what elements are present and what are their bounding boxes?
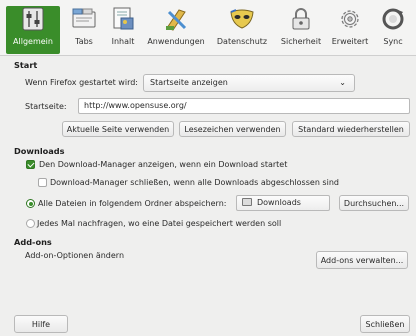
startup-label: Wenn Firefox gestartet wird: bbox=[25, 78, 138, 87]
save-to-folder-radio[interactable] bbox=[26, 199, 35, 208]
close-download-manager-checkbox[interactable] bbox=[38, 178, 47, 187]
use-current-page-button[interactable]: Aktuelle Seite verwenden bbox=[62, 121, 174, 137]
show-download-manager-checkbox[interactable] bbox=[26, 160, 35, 169]
sync-icon bbox=[380, 6, 406, 32]
homepage-input[interactable]: http://www.opensuse.org/ bbox=[78, 98, 410, 114]
tabs-icon bbox=[71, 6, 97, 32]
section-addons-title: Add-ons bbox=[14, 237, 52, 247]
lock-icon bbox=[288, 6, 314, 32]
download-folder-field[interactable]: Downloads bbox=[236, 195, 330, 211]
show-download-manager-label: Den Download-Manager anzeigen, wenn ein … bbox=[39, 160, 288, 169]
restore-default-button[interactable]: Standard wiederherstellen bbox=[292, 121, 410, 137]
tab-anwendungen[interactable]: Anwendungen bbox=[145, 6, 207, 54]
manage-addons-button[interactable]: Add-ons verwalten... bbox=[316, 251, 408, 269]
homepage-label: Startseite: bbox=[25, 102, 67, 111]
addons-description: Add-on-Optionen ändern bbox=[25, 251, 125, 260]
content-icon bbox=[110, 6, 136, 32]
tab-label: Allgemein bbox=[13, 37, 53, 46]
always-ask-label: Jedes Mal nachfragen, wo eine Datei gesp… bbox=[37, 219, 282, 228]
chevron-down-icon: ⌄ bbox=[339, 78, 346, 87]
help-button[interactable]: Hilfe bbox=[14, 315, 68, 333]
tab-erweitert[interactable]: Erweitert bbox=[330, 6, 370, 54]
use-bookmark-button[interactable]: Lesezeichen verwenden bbox=[179, 121, 286, 137]
tab-tabs[interactable]: Tabs bbox=[68, 6, 100, 54]
tab-label: Sync bbox=[383, 37, 403, 46]
switches-icon bbox=[20, 6, 46, 32]
download-folder-value: Downloads bbox=[257, 198, 301, 207]
tab-inhalt[interactable]: Inhalt bbox=[106, 6, 140, 54]
close-button[interactable]: Schließen bbox=[360, 315, 410, 333]
section-downloads-title: Downloads bbox=[14, 146, 65, 156]
tab-label: Inhalt bbox=[111, 37, 135, 46]
tab-datenschutz[interactable]: Datenschutz bbox=[212, 6, 272, 54]
close-download-manager-label: Download-Manager schließen, wenn alle Do… bbox=[50, 178, 339, 187]
tab-allgemein[interactable]: Allgemein bbox=[6, 6, 60, 54]
tab-label: Tabs bbox=[75, 37, 93, 46]
tab-sync[interactable]: Sync bbox=[376, 6, 410, 54]
tab-label: Datenschutz bbox=[216, 37, 268, 46]
tab-label: Erweitert bbox=[331, 37, 369, 46]
folder-icon bbox=[242, 198, 252, 206]
preferences-toolbar: Allgemein Tabs Inhalt Anwendungen Datens… bbox=[0, 0, 416, 56]
section-start-title: Start bbox=[14, 60, 38, 70]
startup-select-value: Startseite anzeigen bbox=[150, 78, 228, 87]
startup-select[interactable]: Startseite anzeigen ⌄ bbox=[143, 74, 355, 92]
privacy-mask-icon bbox=[229, 6, 255, 32]
always-ask-radio[interactable] bbox=[26, 219, 35, 228]
gear-icon bbox=[337, 6, 363, 32]
browse-button[interactable]: Durchsuchen... bbox=[339, 195, 409, 211]
tab-label: Sicherheit bbox=[280, 37, 322, 46]
tab-sicherheit[interactable]: Sicherheit bbox=[278, 6, 324, 54]
save-to-folder-label: Alle Dateien in folgendem Ordner abspeic… bbox=[38, 199, 227, 208]
applications-icon bbox=[163, 6, 189, 32]
tab-label: Anwendungen bbox=[147, 37, 205, 46]
